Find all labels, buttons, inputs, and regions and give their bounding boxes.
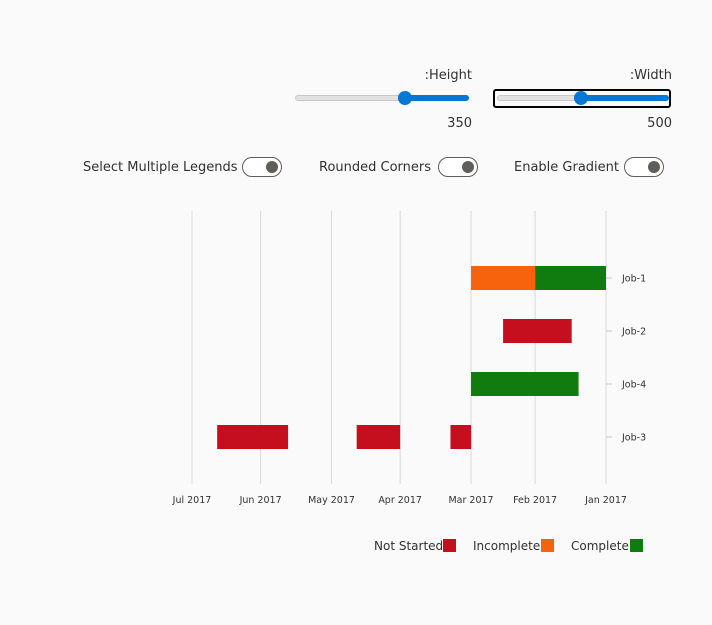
height-slider-thumb[interactable] — [397, 91, 412, 105]
x-tick-label: May 2017 — [308, 495, 355, 506]
legend-label[interactable]: Not Started — [374, 539, 443, 553]
gantt-bar — [471, 372, 579, 396]
width-slider-value: 500 — [647, 116, 672, 131]
x-tick-label: Jan 2017 — [584, 495, 627, 506]
gantt-bar — [503, 319, 572, 343]
x-tick-label: Mar 2017 — [448, 495, 493, 506]
height-slider-fill — [404, 95, 469, 101]
gantt-bar — [535, 266, 606, 290]
gantt-bar — [217, 425, 289, 449]
toggle-enable-gradient-label: Enable Gradient — [514, 160, 619, 175]
x-tick-label: Jul 2017 — [172, 495, 212, 506]
legend-label[interactable]: Incomplete — [473, 539, 540, 553]
width-slider-label: :Width — [629, 68, 672, 83]
toggle-rounded-corners-label: Rounded Corners — [319, 160, 432, 175]
y-tick-label: Job-2 — [621, 327, 646, 338]
gantt-bar — [450, 425, 472, 449]
toggle-select-multiple-legends-label: Select Multiple Legends — [83, 160, 238, 175]
y-tick-label: Job-4 — [621, 380, 646, 391]
x-tick-label: Jun 2017 — [239, 495, 282, 506]
x-tick-label: Feb 2017 — [513, 495, 557, 506]
legend-swatch[interactable] — [443, 539, 456, 552]
toggle-rounded-corners[interactable] — [438, 157, 478, 177]
height-slider-label: :Height — [424, 68, 472, 83]
legend-swatch[interactable] — [541, 539, 554, 552]
toggle-select-multiple-legends[interactable] — [242, 157, 282, 177]
width-slider-fill — [581, 95, 669, 101]
x-tick-label: Apr 2017 — [378, 495, 422, 506]
gantt-bar — [471, 266, 536, 290]
legend-label[interactable]: Complete — [571, 539, 629, 553]
legend-swatch[interactable] — [630, 539, 643, 552]
y-tick-label: Job-1 — [621, 274, 646, 285]
toggle-knob — [266, 161, 278, 173]
gantt-bar — [356, 425, 401, 449]
height-slider-value: 350 — [447, 116, 472, 131]
toggle-knob — [648, 161, 660, 173]
toggle-enable-gradient[interactable] — [624, 157, 664, 177]
toggle-knob — [462, 161, 474, 173]
y-tick-label: Job-3 — [621, 433, 646, 444]
